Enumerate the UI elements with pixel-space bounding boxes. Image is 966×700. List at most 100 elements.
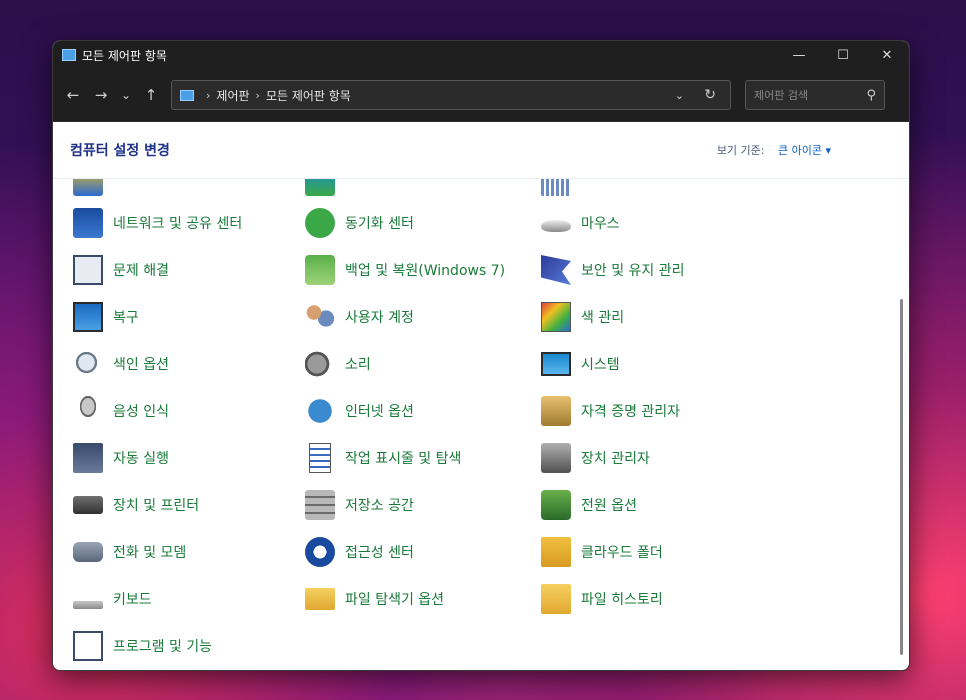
list-item[interactable]: 색 관리 [541,301,624,333]
item-label: 키보드 [113,592,152,608]
device-manager-icon [541,443,571,473]
microphone-icon [73,396,103,426]
folder-options-icon [305,588,335,610]
list-item[interactable]: 자격 증명 관리자 [541,395,680,427]
forward-arrow-icon[interactable]: → [87,79,115,111]
list-item[interactable]: 색인 옵션 [73,348,169,380]
list-item[interactable]: 복구 [73,301,139,333]
troubleshooting-icon [73,255,103,285]
list-item[interactable]: 저장소 공간 [305,489,414,521]
breadcrumb-separator: › [255,88,260,102]
item-label: 색인 옵션 [113,357,169,373]
sync-icon [305,208,335,238]
keyboard-icon [73,601,103,609]
list-item-partial[interactable] [305,179,345,197]
control-panel-icon [180,89,194,101]
view-by-dropdown[interactable]: 큰 아이콘 ▾ [778,144,831,157]
search-box[interactable]: 제어판 검색 ⚲ [745,80,885,110]
credential-icon [541,396,571,426]
list-item[interactable]: 전원 옵션 [541,489,637,521]
list-item[interactable]: 접근성 센터 [305,536,414,568]
window-title: 모든 제어판 항목 [82,48,167,63]
item-label: 장치 및 프린터 [113,498,200,514]
item-label: 색 관리 [581,310,625,326]
title-bar: 모든 제어판 항목 — ☐ ✕ [53,41,909,69]
control-panel-icon [62,49,76,61]
list-item[interactable]: 네트워크 및 공유 센터 [73,207,242,239]
list-item[interactable]: 전화 및 모뎀 [73,536,186,568]
list-item[interactable]: 마우스 [541,207,620,239]
view-by-label: 보기 기준: [716,144,765,157]
item-label: 전원 옵션 [581,498,637,514]
item-label: 자격 증명 관리자 [581,404,681,420]
up-arrow-icon[interactable]: ↑ [137,79,165,111]
item-label: 인터넷 옵션 [345,404,414,420]
network-icon [73,208,103,238]
item-label: 마우스 [581,216,620,232]
search-icon[interactable]: ⚲ [866,88,876,103]
item-label: 사용자 계정 [345,310,414,326]
page-title: 컴퓨터 설정 변경 [70,143,170,159]
control-panel-window: 모든 제어판 항목 — ☐ ✕ ← → ⌄ ↑ › 제어판 › 모든 제어판 항… [52,40,910,671]
item-label: 클라우드 폴더 [581,545,663,561]
speaker-icon [305,349,335,379]
list-item-partial[interactable] [541,179,581,197]
breadcrumb-all-items[interactable]: 모든 제어판 항목 [266,87,351,104]
programs-icon [73,631,103,661]
item-label: 네트워크 및 공유 센터 [113,216,243,232]
list-item[interactable]: 사용자 계정 [305,301,414,333]
breadcrumb-control-panel[interactable]: 제어판 [216,87,249,104]
phone-icon [73,542,103,562]
accessibility-icon [305,537,335,567]
system-icon [541,352,571,376]
list-item[interactable]: 음성 인식 [73,395,169,427]
item-label: 프로그램 및 기능 [113,639,213,655]
storage-icon [305,490,335,520]
list-item[interactable]: 인터넷 옵션 [305,395,414,427]
address-bar[interactable]: › 제어판 › 모든 제어판 항목 ⌄ ↻ [171,80,731,110]
address-dropdown-chevron-icon[interactable]: ⌄ [675,89,684,102]
recent-locations-chevron-icon[interactable]: ⌄ [115,79,137,111]
list-item[interactable]: 키보드 [73,583,152,615]
list-item[interactable]: 시스템 [541,348,620,380]
item-label: 보안 및 유지 관리 [581,263,685,279]
breadcrumb-separator: › [206,88,211,102]
backup-icon [305,255,335,285]
content-header: 컴퓨터 설정 변경 보기 기준: 큰 아이콘 ▾ [53,122,909,179]
maximize-button[interactable]: ☐ [821,41,865,69]
item-label: 작업 표시줄 및 탐색 [345,451,462,467]
list-item[interactable]: 클라우드 폴더 [541,536,663,568]
list-item[interactable]: 동기화 센터 [305,207,414,239]
search-input[interactable]: 제어판 검색 [754,87,808,103]
list-item[interactable]: 파일 히스토리 [541,583,663,615]
indexing-icon [73,349,103,379]
list-item[interactable]: 프로그램 및 기능 [73,630,212,662]
list-item[interactable]: 작업 표시줄 및 탐색 [305,442,461,474]
close-button[interactable]: ✕ [865,41,909,69]
item-label: 문제 해결 [113,263,169,279]
back-arrow-icon[interactable]: ← [59,79,87,111]
list-item[interactable]: 소리 [305,348,371,380]
item-label: 백업 및 복원(Windows 7) [345,263,506,279]
refresh-icon[interactable]: ↻ [704,87,716,103]
item-label: 소리 [345,357,371,373]
item-label: 저장소 공간 [345,498,414,514]
vertical-scrollbar[interactable] [900,299,903,655]
list-item[interactable]: 보안 및 유지 관리 [541,254,685,286]
minimize-button[interactable]: — [777,41,821,69]
list-item-partial[interactable] [73,179,113,197]
item-label: 복구 [113,310,139,326]
list-item[interactable]: 백업 및 복원(Windows 7) [305,254,505,286]
flag-icon [541,255,571,285]
item-label: 자동 실행 [113,451,169,467]
autoplay-icon [73,443,103,473]
list-item[interactable]: 파일 탐색기 옵션 [305,583,444,615]
default-programs-icon [305,179,335,196]
list-item[interactable]: 장치 관리자 [541,442,650,474]
item-label: 전화 및 모뎀 [113,545,187,561]
list-item[interactable]: 장치 및 프린터 [73,489,199,521]
list-item[interactable]: 문제 해결 [73,254,169,286]
list-item[interactable]: 자동 실행 [73,442,169,474]
file-history-icon [541,584,571,614]
recovery-icon [73,302,103,332]
